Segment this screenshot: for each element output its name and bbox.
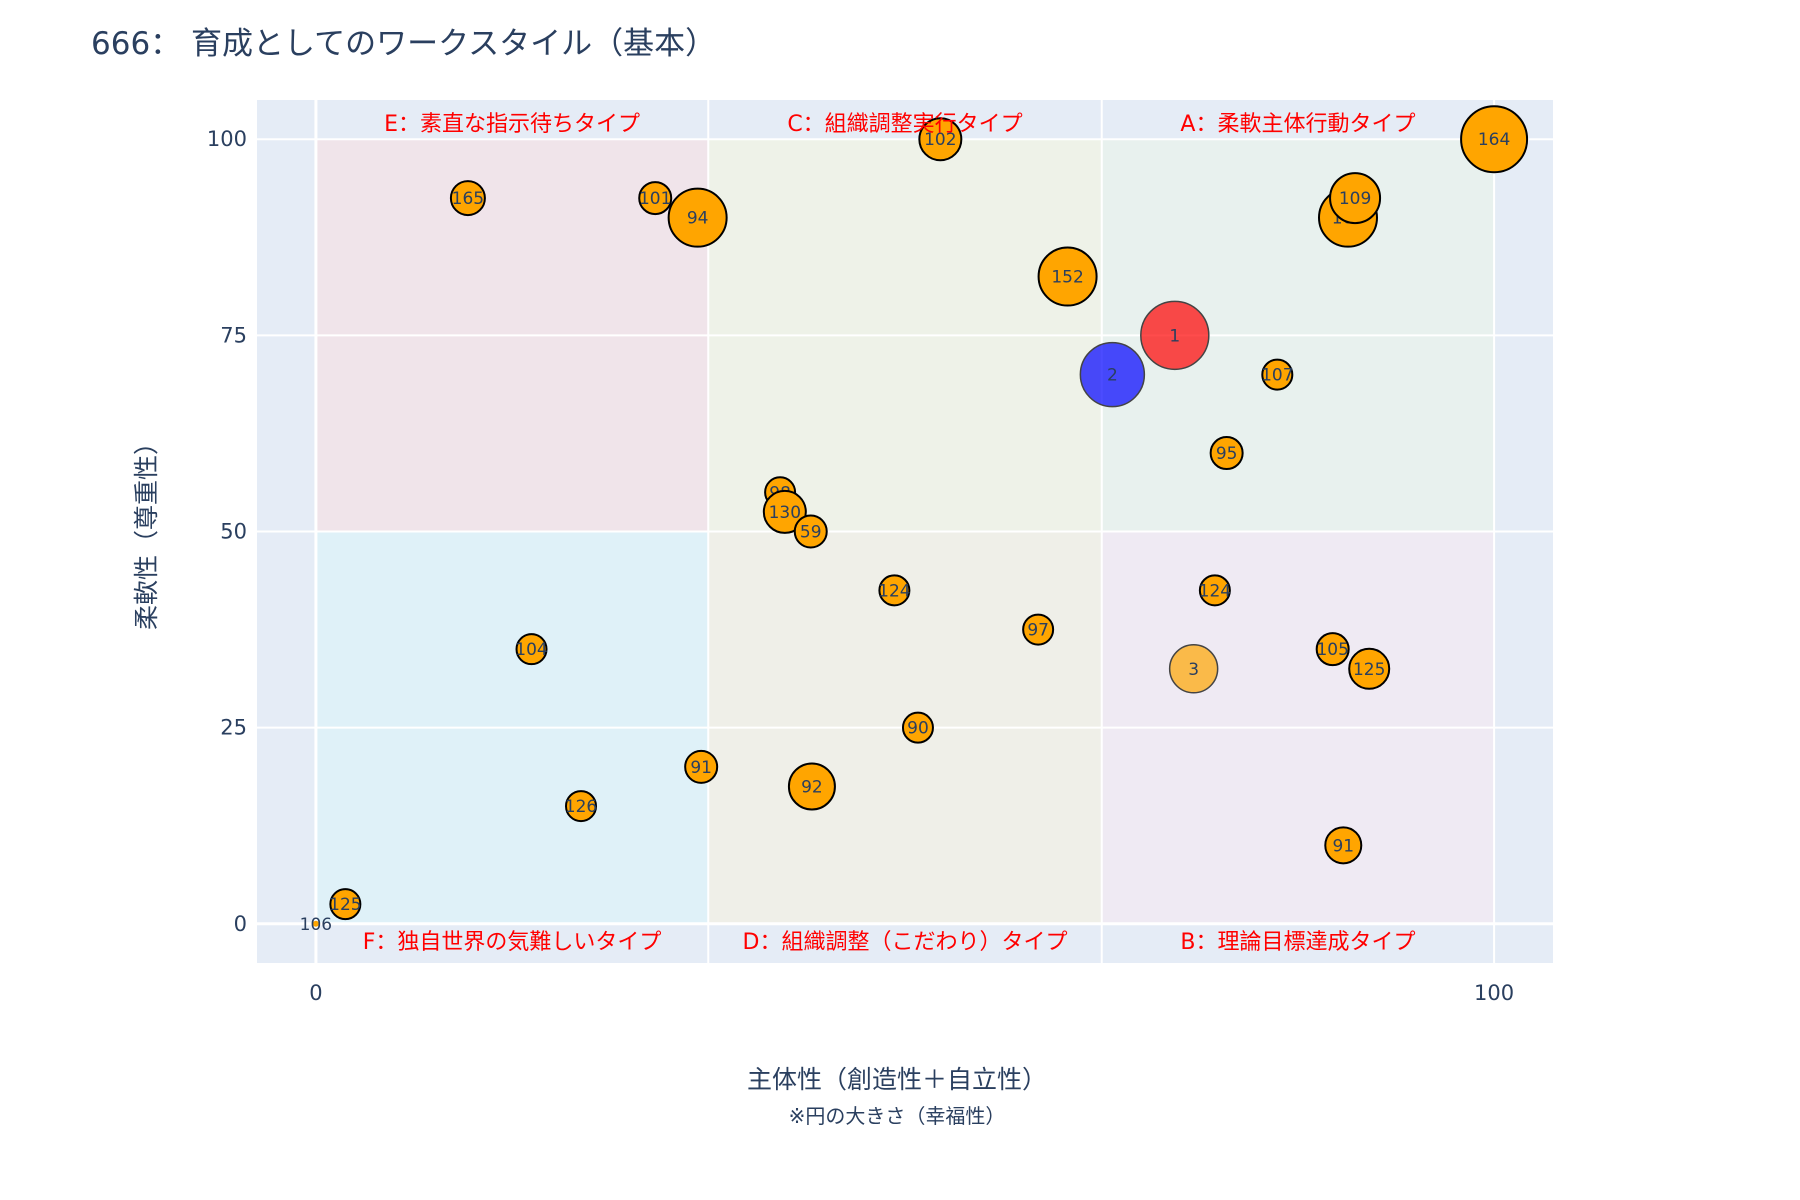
bubble-label: 106: [300, 915, 332, 935]
x-axis-sublabel: ※円の大きさ（幸福性）: [789, 1104, 1006, 1128]
quadrant-label: F：独自世界の気難しいタイプ: [363, 930, 662, 955]
bubble-label: 91: [690, 758, 712, 778]
y-tick-label: 100: [207, 127, 247, 151]
x-axis-label: 主体性（創造性＋自立性）: [747, 1065, 1047, 1094]
bubble-label: 126: [565, 797, 597, 817]
bubble-label: 2: [1107, 366, 1118, 386]
bubble-label: 165: [452, 189, 484, 209]
bubble-chart: 02550751000100 1231641021081091651019415…: [132, 100, 1553, 1128]
bubble-label: 91: [1332, 836, 1354, 856]
bubble-label: 124: [1199, 581, 1231, 601]
bubble-label: 95: [1216, 444, 1238, 464]
y-axis-label: 柔軟性（尊重性）: [132, 430, 161, 630]
bubble-label: 125: [329, 895, 361, 915]
bubble-label: 97: [1027, 621, 1049, 641]
quadrant-label: C：組織調整実行タイプ: [787, 112, 1022, 137]
bubble-label: 90: [907, 719, 929, 739]
bubble-label: 101: [639, 189, 671, 209]
x-tick-label: 0: [309, 981, 322, 1005]
bubble-label: 152: [1051, 268, 1083, 288]
bubble-label: 3: [1188, 660, 1199, 680]
bubble-label: 109: [1339, 189, 1371, 209]
x-tick-label: 100: [1474, 981, 1514, 1005]
bubble-label: 125: [1353, 660, 1385, 680]
bubble-label: 107: [1261, 366, 1293, 386]
quadrant-label: A：柔軟主体行動タイプ: [1180, 112, 1415, 137]
bubble-label: 130: [769, 503, 801, 523]
bubble-label: 1: [1169, 326, 1180, 346]
bubble-label: 105: [1316, 640, 1348, 660]
bubble-label: 92: [801, 777, 823, 797]
y-tick-label: 0: [234, 912, 247, 936]
bubble-label: 124: [878, 581, 910, 601]
bubble-label: 94: [687, 209, 709, 229]
y-tick-label: 50: [220, 520, 247, 544]
bubble-label: 164: [1478, 130, 1510, 150]
y-tick-label: 75: [220, 323, 247, 347]
bubble-label: 104: [515, 640, 547, 660]
quadrant-label: B：理論目標達成タイプ: [1180, 930, 1415, 955]
quadrant-label: D：組織調整（こだわり）タイプ: [743, 930, 1068, 955]
bubble-label: 59: [800, 523, 822, 543]
quadrant-label: E：素直な指示待ちタイプ: [384, 112, 640, 137]
y-tick-label: 25: [220, 716, 247, 740]
